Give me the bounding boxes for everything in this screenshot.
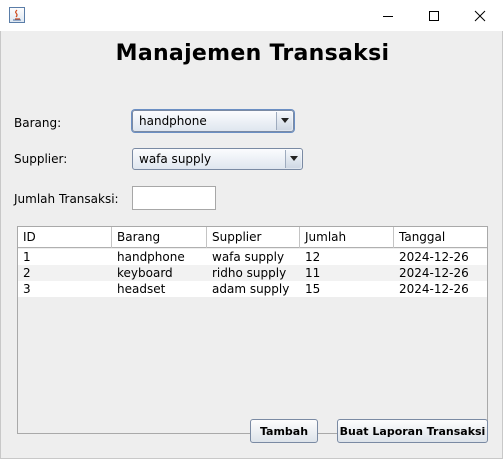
column-header-id[interactable]: ID	[18, 227, 112, 248]
table-cell: 3	[23, 282, 31, 296]
close-icon[interactable]	[457, 0, 503, 31]
table-cell: 2024-12-26	[399, 282, 469, 296]
table-cell: 2024-12-26	[399, 250, 469, 264]
table-cell: adam supply	[212, 282, 290, 296]
table-cell: handphone	[117, 250, 185, 264]
minimize-icon[interactable]	[365, 0, 411, 31]
column-header-supplier[interactable]: Supplier	[207, 227, 300, 248]
table-cell: headset	[117, 282, 166, 296]
table-row[interactable]: 3 headset adam supply 15 2024-12-26	[18, 281, 487, 297]
dropdown-arrow-icon[interactable]	[276, 112, 292, 130]
column-header-barang[interactable]: Barang	[112, 227, 207, 248]
table-header: ID Barang Supplier Jumlah Tanggal	[18, 227, 487, 248]
jumlah-transaksi-input[interactable]	[132, 186, 216, 210]
maximize-icon[interactable]	[411, 0, 457, 31]
tambah-button[interactable]: Tambah	[250, 419, 318, 443]
java-app-icon	[9, 7, 25, 23]
table-cell: 12	[305, 250, 321, 264]
supplier-selected-value: wafa supply	[139, 152, 212, 166]
supplier-label: Supplier:	[14, 152, 68, 166]
table-row[interactable]: 2 keyboard ridho supply 11 2024-12-26	[18, 265, 487, 281]
table-cell: 11	[305, 266, 321, 280]
jumlah-transaksi-label: Jumlah Transaksi:	[14, 192, 119, 206]
table-cell: wafa supply	[212, 250, 285, 264]
barang-combobox[interactable]: handphone	[132, 110, 294, 132]
table-cell: keyboard	[117, 266, 173, 280]
supplier-combobox[interactable]: wafa supply	[132, 148, 303, 170]
transaksi-table[interactable]: ID Barang Supplier Jumlah Tanggal 1 hand…	[17, 226, 488, 434]
dropdown-arrow-icon[interactable]	[285, 150, 301, 168]
barang-label: Barang:	[14, 116, 62, 130]
page-title: Manajemen Transaksi	[115, 41, 390, 66]
table-cell: 2	[23, 266, 31, 280]
table-cell: 1	[23, 250, 31, 264]
column-header-tanggal[interactable]: Tanggal	[394, 227, 487, 248]
barang-selected-value: handphone	[139, 114, 207, 128]
main-panel: Manajemen Transaksi Barang: handphone Su…	[0, 31, 503, 459]
buat-laporan-button[interactable]: Buat Laporan Transaksi	[337, 419, 488, 443]
table-cell: 2024-12-26	[399, 266, 469, 280]
table-cell: ridho supply	[212, 266, 287, 280]
table-row[interactable]: 1 handphone wafa supply 12 2024-12-26	[18, 249, 487, 265]
table-cell: 15	[305, 282, 321, 296]
column-header-jumlah[interactable]: Jumlah	[300, 227, 394, 248]
title-bar	[0, 0, 503, 31]
